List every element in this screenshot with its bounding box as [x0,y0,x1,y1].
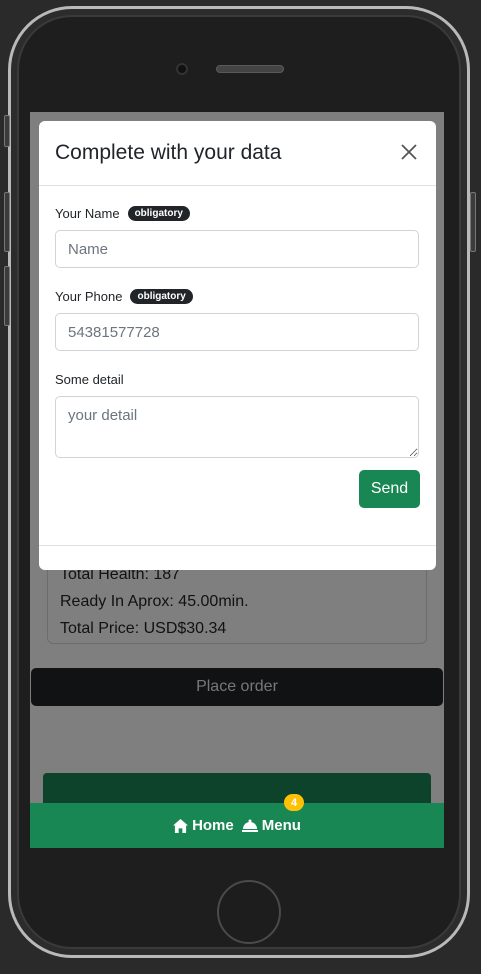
phone-label: Your Phone obligatory [55,285,420,307]
send-button[interactable]: Send [359,470,420,508]
nav-home-label: Home [192,817,234,834]
detail-label: Some detail [55,368,420,390]
mute-switch [4,115,10,147]
detail-group: Some detail [55,368,420,463]
modal-body: Your Name obligatory Your Phone obligato… [39,186,436,508]
obligatory-badge: obligatory [130,288,193,304]
send-row: Send [55,470,420,508]
volume-down-button [4,266,10,326]
power-button [470,192,476,252]
cloche-icon [241,819,258,832]
name-group: Your Name obligatory [55,202,420,268]
phone-input[interactable] [55,313,419,351]
cart-count-badge: 4 [284,794,304,811]
app-screen: Total Health: 187 Ready In Aprox: 45.00m… [30,112,444,848]
nav-menu-label: Menu [261,817,301,834]
obligatory-badge: obligatory [127,205,190,221]
detail-label-text: Some detail [55,371,124,387]
data-modal: Complete with your data Your Name obliga… [39,121,436,570]
phone-group: Your Phone obligatory [55,285,420,351]
volume-up-button [4,192,10,252]
nav-home[interactable]: Home [173,817,234,834]
phone-label-text: Your Phone [55,288,123,304]
close-button[interactable] [400,143,420,163]
name-label-text: Your Name [55,205,120,221]
modal-footer [39,545,436,570]
detail-textarea[interactable] [55,396,419,458]
speaker-grille [216,65,284,73]
close-icon [401,144,417,160]
modal-title: Complete with your data [55,141,282,164]
bottom-nav: Home Menu [30,803,444,848]
modal-header: Complete with your data [39,121,436,186]
camera-icon [176,63,188,75]
home-hardware-button [217,880,281,944]
home-icon [173,818,189,833]
nav-menu[interactable]: Menu [241,817,301,834]
name-label: Your Name obligatory [55,202,420,224]
name-input[interactable] [55,230,419,268]
